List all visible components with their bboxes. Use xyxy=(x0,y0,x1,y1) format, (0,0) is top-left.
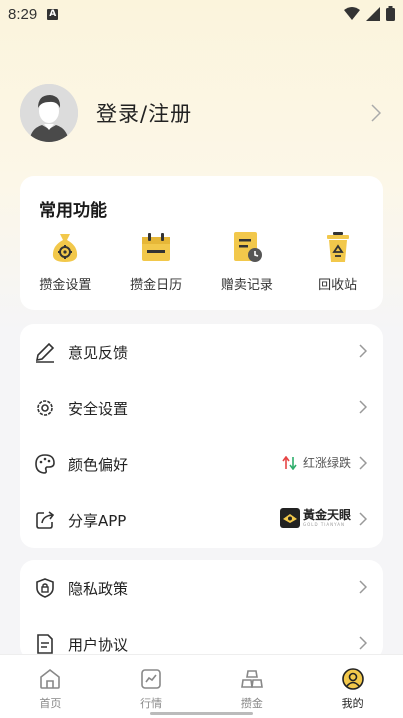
tab-label: 行情 xyxy=(140,697,163,710)
color-preference-value: 红涨绿跌 xyxy=(282,454,351,471)
gold-bars-icon xyxy=(240,670,263,688)
tab-home[interactable]: 首页 xyxy=(0,655,101,718)
menu-item-label: 分享APP xyxy=(68,511,127,530)
chevron-right-icon xyxy=(359,344,367,358)
record-clock-icon xyxy=(233,232,262,262)
chevron-right-icon xyxy=(359,636,367,650)
tab-label: 首页 xyxy=(39,697,62,710)
menu-item-label: 意见反馈 xyxy=(68,343,129,362)
calendar-icon xyxy=(142,233,171,261)
quick-item-label: 攒金日历 xyxy=(130,278,183,293)
notification-icon: A xyxy=(47,8,59,20)
status-icons xyxy=(344,6,395,21)
avatar[interactable] xyxy=(20,84,78,142)
pen-icon xyxy=(35,342,55,363)
menu-item-label: 安全设置 xyxy=(68,399,129,418)
chart-icon xyxy=(141,669,161,689)
share-icon xyxy=(36,511,55,529)
tab-market[interactable]: 行情 xyxy=(101,655,202,718)
money-bag-gear-icon xyxy=(53,234,78,262)
chevron-right-icon xyxy=(359,512,367,526)
tab-mine[interactable]: 我的 xyxy=(302,655,403,718)
chevron-right-icon xyxy=(359,400,367,414)
tab-label: 攒金 xyxy=(240,697,263,710)
wifi-icon xyxy=(344,6,360,20)
quick-item-label: 攒金设置 xyxy=(39,278,92,293)
status-bar: 8:29 A xyxy=(0,0,403,28)
signal-icon xyxy=(366,6,380,21)
quick-item-recycle-bin[interactable]: 回收站 xyxy=(292,230,383,293)
palette-icon xyxy=(35,454,55,474)
brand-name: 黃金天眼 xyxy=(302,508,351,522)
chevron-right-icon xyxy=(359,580,367,594)
gold-tianyan-logo-icon xyxy=(279,508,300,528)
home-icon xyxy=(40,668,61,689)
policy-menu-card: 隐私政策 用户协议 xyxy=(20,560,383,660)
color-preference-label: 红涨绿跌 xyxy=(302,456,351,470)
default-avatar-icon xyxy=(20,84,78,142)
up-down-arrows-icon xyxy=(282,455,297,470)
brand-subtitle: GOLD TIANYAN xyxy=(302,522,346,527)
menu-item-color-preference[interactable]: 颜色偏好 红涨绿跌 xyxy=(20,436,383,492)
quick-functions-title: 常用功能 xyxy=(39,201,107,221)
bottom-tab-bar: 首页 行情 攒金 我的 xyxy=(0,654,403,718)
battery-icon xyxy=(386,6,395,21)
menu-item-feedback[interactable]: 意见反馈 xyxy=(20,324,383,380)
settings-menu-card: 意见反馈 安全设置 颜色偏好 红涨绿跌 分享APP 黃金天眼 GOLD TIAN… xyxy=(20,324,383,548)
quick-item-savings-calendar[interactable]: 攒金日历 xyxy=(111,230,202,293)
app-brand-logo: 黃金天眼 GOLD TIANYAN xyxy=(279,508,351,528)
home-indicator[interactable] xyxy=(150,712,253,715)
menu-item-label: 用户协议 xyxy=(68,635,129,654)
shield-lock-icon xyxy=(36,578,54,598)
document-icon xyxy=(37,634,53,654)
quick-functions-card: 常用功能 攒金设置 攒金日历 赠卖记录 回收站 xyxy=(20,176,383,310)
login-register-row[interactable]: 登录/注册 xyxy=(20,84,385,142)
quick-item-savings-settings[interactable]: 攒金设置 xyxy=(20,230,111,293)
menu-item-label: 颜色偏好 xyxy=(68,455,129,474)
quick-item-sell-records[interactable]: 赠卖记录 xyxy=(202,230,293,293)
login-register-label: 登录/注册 xyxy=(96,102,193,126)
chevron-right-icon xyxy=(359,456,367,470)
menu-item-privacy-policy[interactable]: 隐私政策 xyxy=(20,560,383,616)
status-time: 8:29 xyxy=(8,5,38,23)
quick-item-label: 回收站 xyxy=(318,278,358,293)
menu-item-label: 隐私政策 xyxy=(68,579,129,598)
quick-item-label: 赠卖记录 xyxy=(220,278,273,293)
tab-savings[interactable]: 攒金 xyxy=(202,655,303,718)
menu-item-security-settings[interactable]: 安全设置 xyxy=(20,380,383,436)
gear-icon xyxy=(37,400,53,416)
recycle-bin-icon xyxy=(326,232,349,262)
menu-item-share-app[interactable]: 分享APP 黃金天眼 GOLD TIANYAN xyxy=(20,492,383,548)
profile-icon xyxy=(341,668,364,690)
tab-label: 我的 xyxy=(341,697,364,710)
chevron-right-icon xyxy=(371,104,381,122)
